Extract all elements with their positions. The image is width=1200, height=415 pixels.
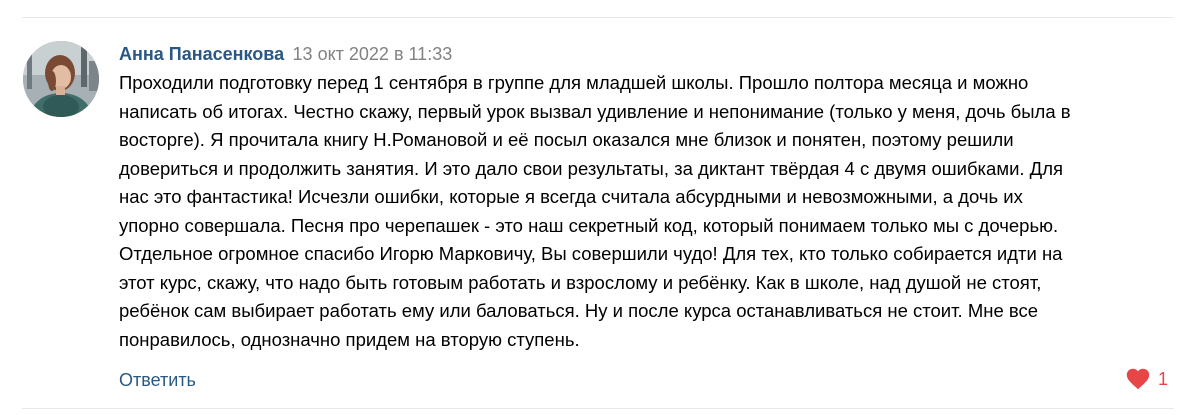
like-count: 1 [1157,369,1168,389]
divider-top [22,17,1174,18]
comment-body: Анна Панасенкова 13 окт 2022 в 11:33 Про… [119,42,1179,354]
divider-bottom [22,408,1174,409]
comment-date[interactable]: 13 окт 2022 в 11:33 [293,44,453,64]
author-avatar[interactable] [23,41,99,117]
heart-icon [1126,368,1150,390]
reply-button[interactable]: Ответить [119,368,196,392]
comment-text: Проходили подготовку перед 1 сентября в … [119,72,1071,350]
comment-card: Анна Панасенкова 13 окт 2022 в 11:33 Про… [0,0,1200,415]
like-button[interactable]: 1 [1126,367,1168,391]
comment-header: Анна Панасенкова 13 окт 2022 в 11:33 [119,42,1179,66]
author-name[interactable]: Анна Панасенкова [119,44,284,64]
